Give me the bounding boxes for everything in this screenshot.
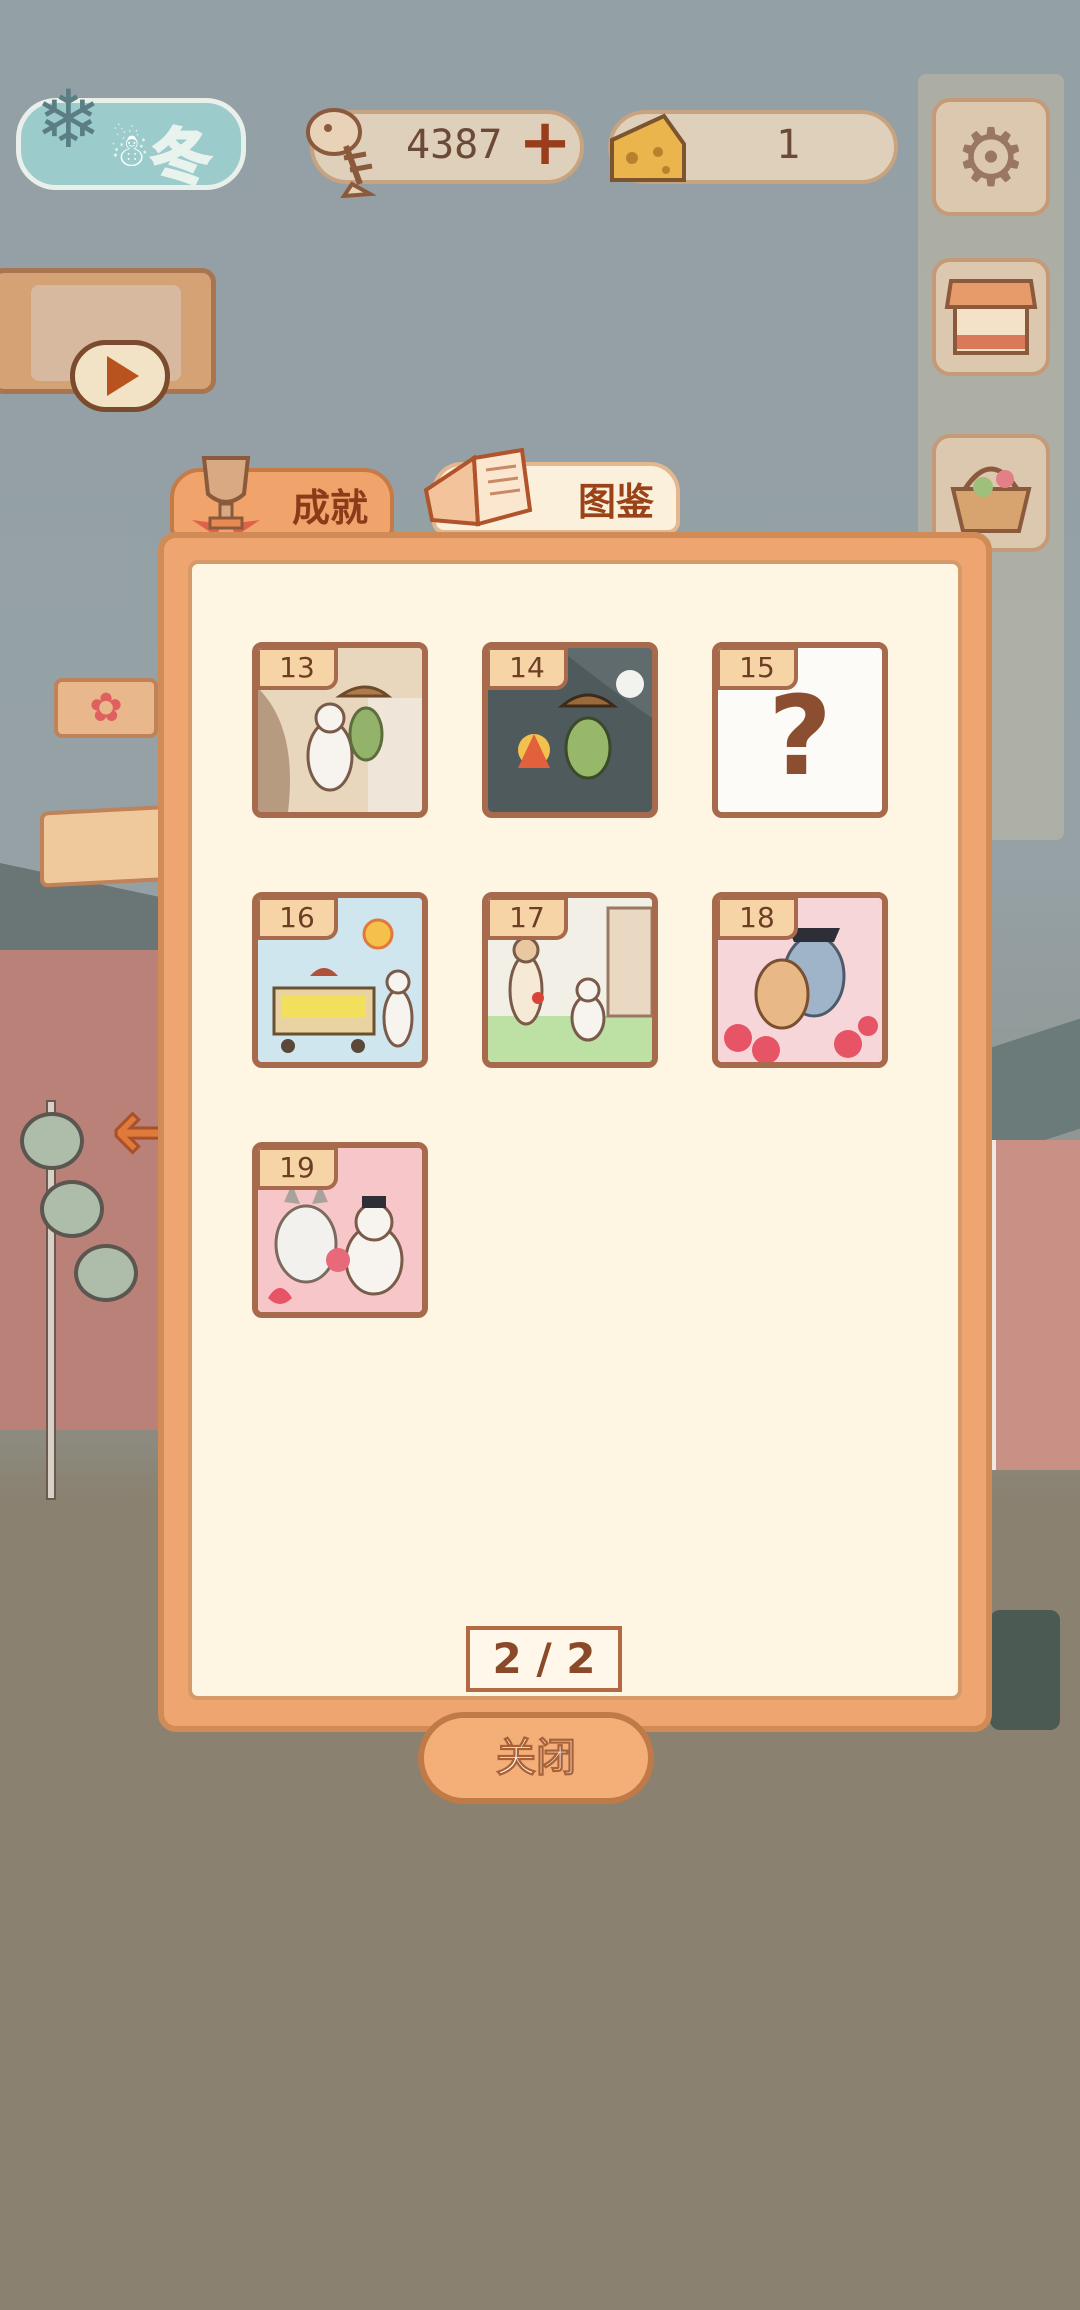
shop-stall-icon: [944, 279, 1038, 355]
collection-card-17[interactable]: 17: [482, 892, 658, 1068]
card-number: 14: [488, 648, 568, 690]
card-number: 15: [718, 648, 798, 690]
card-number: 16: [258, 898, 338, 940]
building-roof-right: [985, 1010, 1080, 1160]
close-button[interactable]: 关闭: [418, 1712, 654, 1804]
shop-counter: [990, 1610, 1060, 1730]
season-badge[interactable]: ❄ ☃ 冬: [16, 73, 246, 195]
fish-bone-icon: [306, 108, 377, 198]
locked-question-mark: ?: [768, 672, 832, 800]
collection-card-19[interactable]: 19: [252, 1142, 428, 1318]
trophy-icon: [192, 456, 260, 536]
card-number: 13: [258, 648, 338, 690]
page-indicator: 2 / 2: [466, 1626, 622, 1692]
play-icon: [107, 356, 139, 396]
collection-card-13[interactable]: 13: [252, 642, 428, 818]
lantern: [40, 1180, 104, 1238]
tab-collection-label: 图鉴: [577, 479, 654, 524]
card-number: 17: [488, 898, 568, 940]
book-icon: [423, 447, 533, 527]
cheese-count: 1: [776, 122, 801, 168]
shop-button[interactable]: [932, 258, 1050, 376]
settings-button[interactable]: ⚙: [932, 98, 1050, 216]
play-video-button[interactable]: [70, 340, 170, 412]
snow-tree-icon: ❄: [35, 73, 103, 166]
collection-card-14[interactable]: 14: [482, 642, 658, 818]
snowman-icon: ☃: [109, 123, 151, 177]
close-button-label: 关闭: [496, 1735, 577, 1782]
season-label: 冬: [150, 122, 213, 195]
basket-icon: [950, 466, 1032, 533]
collection-card-18[interactable]: 18: [712, 892, 888, 1068]
cheese-icon: [610, 113, 686, 182]
gear-icon: ⚙: [955, 110, 1027, 204]
fish-count: 4387: [406, 122, 503, 168]
card-number: 18: [718, 898, 798, 940]
lantern: [20, 1112, 84, 1170]
flower-tag-button[interactable]: ✿: [54, 678, 158, 738]
collection-card-15-locked[interactable]: 15 ?: [712, 642, 888, 818]
collection-card-16[interactable]: 16: [252, 892, 428, 1068]
lantern: [74, 1244, 138, 1302]
card-number: 19: [258, 1148, 338, 1190]
tab-achievements-label: 成就: [291, 485, 368, 530]
flower-icon: ✿: [89, 685, 123, 731]
building-right: [990, 1140, 1080, 1470]
add-fish-button[interactable]: +: [518, 111, 572, 175]
